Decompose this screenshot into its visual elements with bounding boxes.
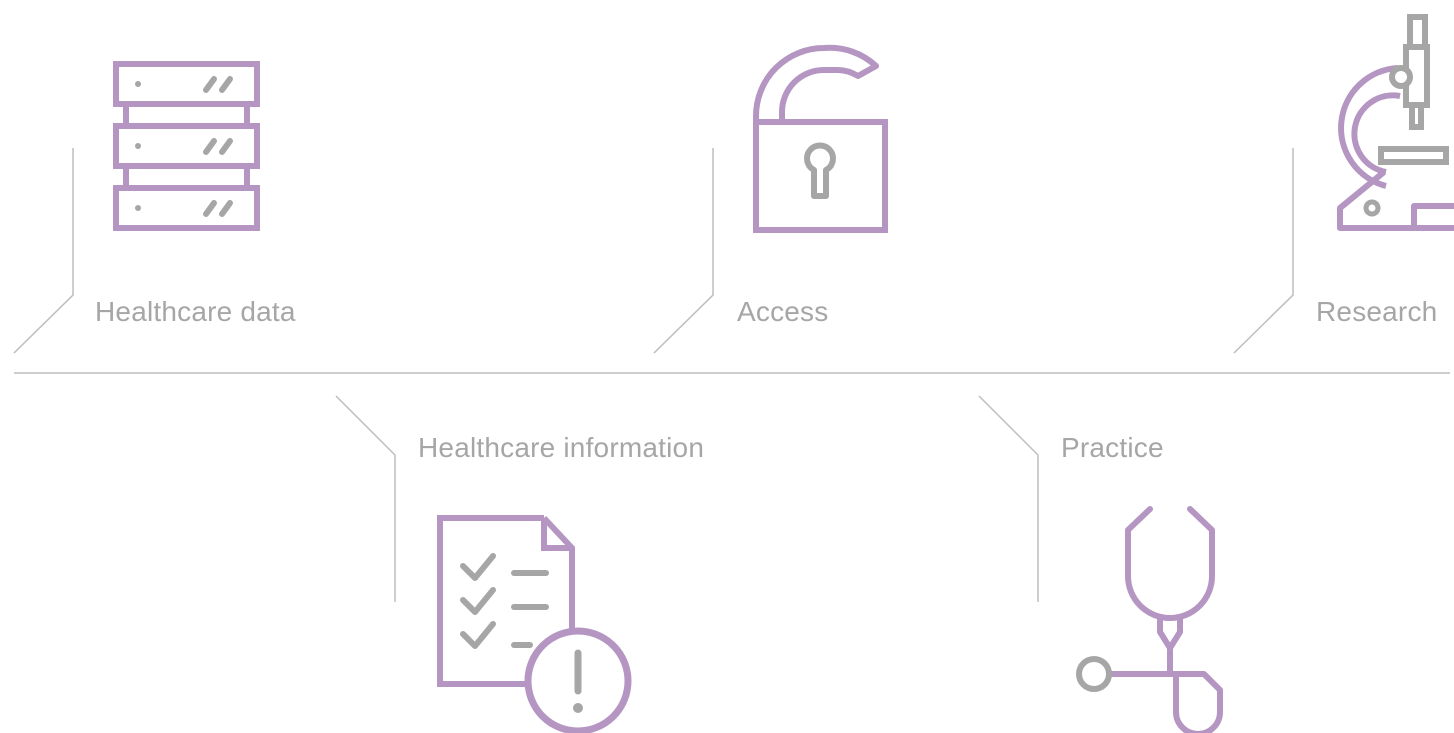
unlocked-padlock-icon [753,44,888,233]
timeline-diagram: Healthcare data Access Research Healthca… [0,0,1454,733]
connector-research [1233,148,1294,354]
connector-healthcare-information [335,395,396,602]
label-research: Research [1316,296,1438,327]
checklist-document-alert-icon [437,515,632,733]
connector-practice [978,395,1039,602]
diagram-graphics [13,14,1454,733]
server-rack-icon [113,61,260,231]
stethoscope-icon [1076,506,1223,733]
connector-access [653,148,714,354]
microscope-icon [1337,14,1454,231]
label-access: Access [737,296,829,327]
connector-healthcare-data [13,148,74,354]
label-healthcare-data: Healthcare data [95,296,296,327]
label-practice: Practice [1061,432,1164,463]
label-healthcare-information: Healthcare information [418,432,705,463]
